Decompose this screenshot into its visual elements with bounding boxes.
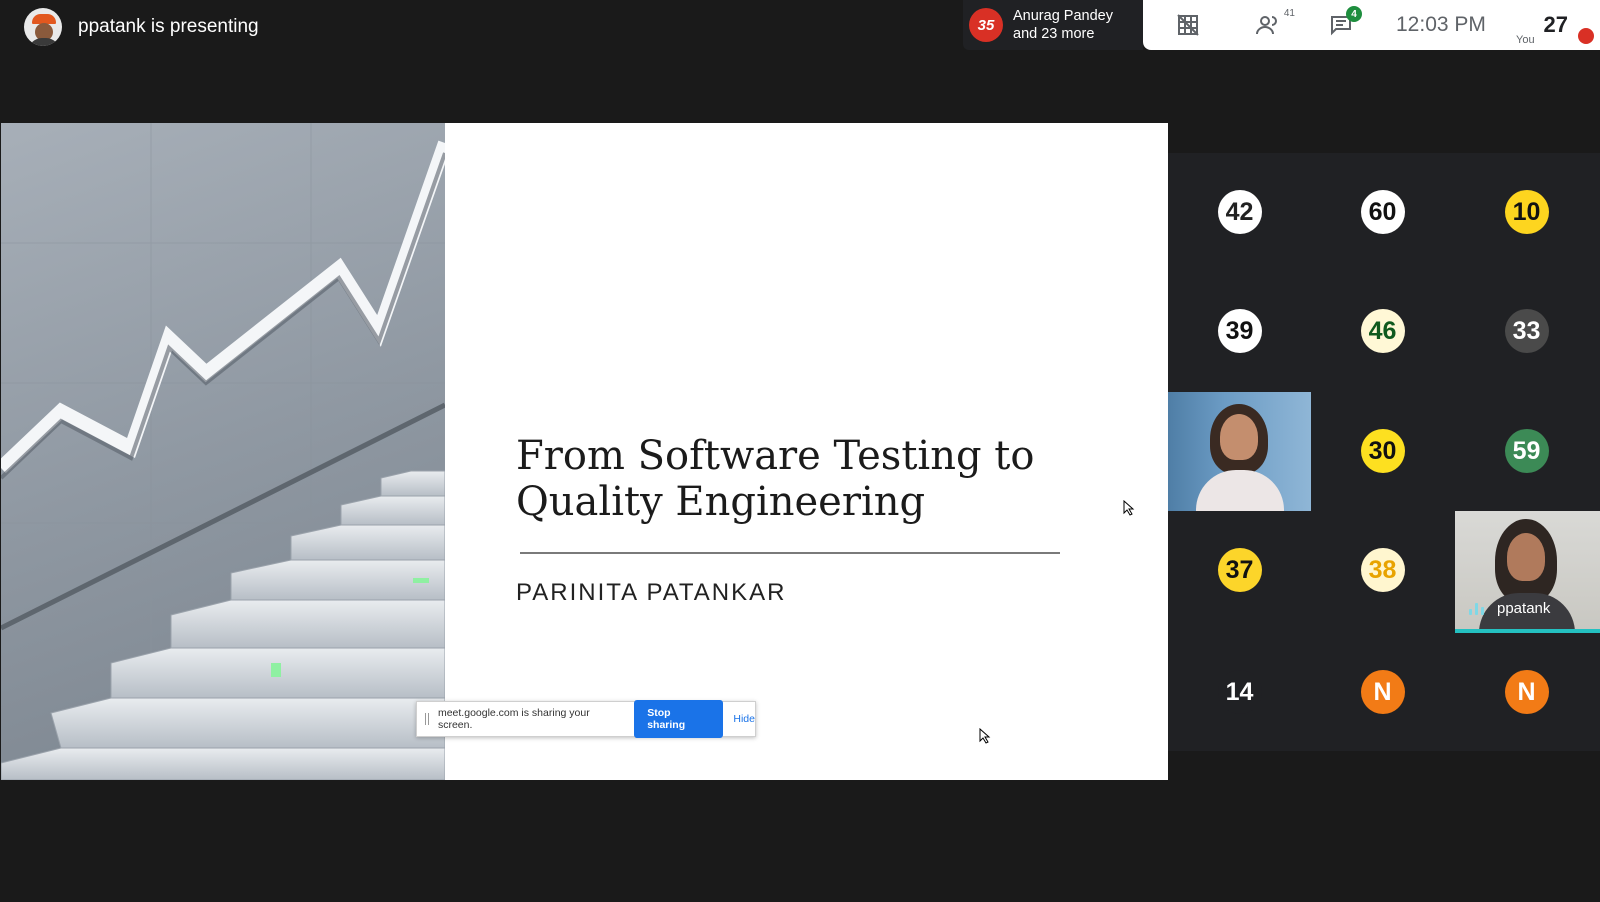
participant-avatar: 59 — [1504, 429, 1549, 473]
participant-tile[interactable]: 10 — [1455, 153, 1598, 271]
participant-tile[interactable]: 46 — [1311, 272, 1454, 390]
participant-avatar: 30 — [1360, 429, 1405, 473]
participant-tile[interactable]: 33 — [1455, 272, 1598, 390]
stairs-chart-photo — [1, 123, 445, 780]
participant-avatar: 14 — [1217, 670, 1262, 714]
participant-video-tile[interactable] — [1168, 392, 1311, 511]
participant-tile[interactable]: 14 — [1168, 633, 1311, 751]
active-speakers-chip[interactable]: 35 Anurag Pandey and 23 more — [963, 0, 1143, 50]
participant-avatar: N — [1360, 670, 1405, 714]
self-number: 27 — [1543, 12, 1568, 37]
mic-muted-icon — [1578, 28, 1594, 44]
meeting-clock: 12:03 PM — [1396, 13, 1486, 36]
participant-avatar: 42 — [1217, 190, 1262, 234]
participant-tile[interactable]: 42 — [1168, 153, 1311, 271]
slide-title-line-1: From Software Testing to — [516, 433, 1035, 479]
top-toolbar: 41 4 12:03 PM 27 You — [1143, 0, 1600, 50]
slide-divider — [520, 552, 1060, 554]
self-label: You — [1516, 34, 1535, 46]
participant-avatar: 33 — [1504, 309, 1549, 353]
presentation-slide: From Software Testing to Quality Enginee… — [1, 123, 1168, 780]
slide-author: PARINITA PATANKAR — [516, 579, 787, 606]
people-count: 41 — [1283, 8, 1295, 19]
participant-avatar: 38 — [1360, 548, 1405, 592]
share-message: meet.google.com is sharing your screen. — [437, 707, 590, 731]
drag-handle-icon[interactable] — [425, 713, 429, 725]
participant-tile[interactable]: 39 — [1168, 272, 1311, 390]
participant-avatar: N — [1504, 670, 1549, 714]
stop-sharing-button[interactable]: Stop sharing — [634, 700, 724, 738]
participant-avatar: 39 — [1217, 309, 1262, 353]
participant-face — [1220, 414, 1258, 460]
presenter-info: ppatank is presenting — [24, 8, 259, 46]
participant-tile[interactable]: N — [1455, 633, 1598, 751]
presenter-avatar — [24, 8, 62, 46]
participant-face — [1507, 533, 1545, 581]
speaker-more: and 23 more — [1013, 26, 1095, 42]
speaker-name: Anurag Pandey — [1013, 8, 1113, 24]
slide-title-line-2: Quality Engineering — [516, 479, 926, 525]
slide-title: From Software Testing to Quality Enginee… — [516, 433, 1116, 525]
participant-tile[interactable]: 30 — [1311, 392, 1454, 510]
chat-badge: 4 — [1346, 6, 1362, 22]
speaking-indicator-icon — [1469, 601, 1485, 615]
participant-video-tile[interactable]: ppatank — [1455, 511, 1600, 633]
participant-avatar: 10 — [1504, 190, 1549, 234]
participant-tile[interactable]: 60 — [1311, 153, 1454, 271]
mouse-cursor-icon — [979, 728, 991, 744]
presenting-label: ppatank is presenting — [78, 16, 259, 37]
participant-avatar: 37 — [1217, 548, 1262, 592]
self-tile[interactable]: 27 You — [1512, 2, 1596, 48]
participant-tile[interactable]: 37 — [1168, 511, 1311, 629]
screen-share-bar: meet.google.com is sharing your screen. … — [416, 700, 756, 738]
participant-avatar: 46 — [1360, 309, 1405, 353]
speaker-names: Anurag Pandey and 23 more — [1013, 7, 1113, 43]
participant-tile[interactable]: 38 — [1311, 511, 1454, 629]
slide-text-area: From Software Testing to Quality Enginee… — [445, 123, 1168, 780]
layout-icon[interactable] — [1173, 10, 1203, 40]
participant-tile[interactable]: N — [1311, 633, 1454, 751]
participant-name: ppatank — [1497, 600, 1551, 617]
mouse-cursor-icon — [1123, 500, 1135, 516]
chat-icon[interactable]: 4 — [1326, 6, 1362, 40]
people-icon[interactable]: 41 — [1253, 8, 1295, 40]
participant-tile[interactable]: 59 — [1455, 392, 1598, 510]
hide-link[interactable]: Hide — [733, 713, 755, 725]
participant-body — [1196, 470, 1284, 511]
speaker-badge: 35 — [969, 8, 1003, 42]
participant-avatar: 60 — [1360, 190, 1405, 234]
